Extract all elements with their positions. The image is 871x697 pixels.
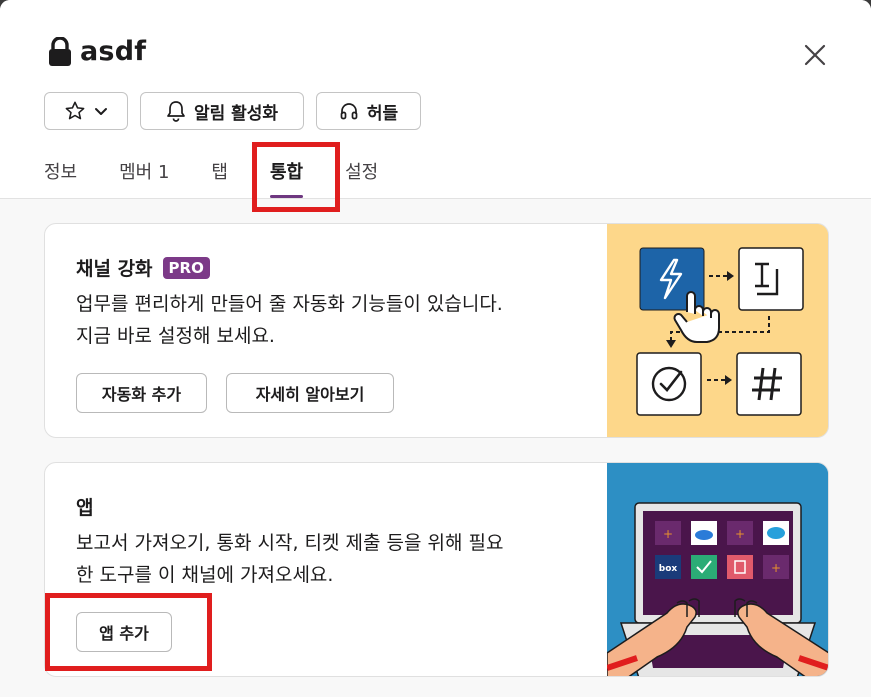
- tab-label: 멤버 1: [119, 162, 170, 183]
- huddle-label: 허들: [366, 103, 399, 124]
- tab-label: 통합: [269, 162, 304, 183]
- channel-enhancement-title: 채널 강화 PRO: [76, 254, 210, 281]
- hashtag-icon: [736, 352, 802, 416]
- channel-enhancement-description-1: 업무를 편리하게 만들어 줄 자동화 기능들이 있습니다.: [76, 293, 503, 315]
- learn-more-button[interactable]: 자세히 알아보기: [226, 373, 394, 413]
- star-dropdown-button[interactable]: [44, 92, 128, 130]
- apps-description-1: 보고서 가져오기, 통화 시작, 티켓 제출 등을 위해 필요: [76, 532, 504, 554]
- tab-integrations[interactable]: 통합: [269, 148, 304, 198]
- apps-card: 앱 보고서 가져오기, 통화 시작, 티켓 제출 등을 위해 필요 한 도구를 …: [44, 462, 829, 677]
- bell-icon: [167, 101, 185, 122]
- headphones-icon: [340, 103, 358, 120]
- channel-enhancement-title-text: 채널 강화: [76, 258, 153, 280]
- enable-notifications-label: 알림 활성화: [193, 103, 279, 124]
- channel-title-row: asdf: [48, 36, 146, 67]
- tab-tabs[interactable]: 탭: [211, 148, 228, 198]
- tab-bar: 정보 멤버 1 탭 통합 설정: [44, 148, 378, 198]
- channel-name: asdf: [80, 36, 147, 67]
- svg-text:+: +: [771, 561, 781, 575]
- enable-notifications-button[interactable]: 알림 활성화: [140, 92, 304, 130]
- channel-enhancement-description-2: 지금 바로 설정해 보세요.: [76, 325, 275, 347]
- tab-about[interactable]: 정보: [44, 148, 77, 198]
- text-box-icon: [738, 247, 804, 311]
- automation-illustration: [607, 224, 828, 437]
- tab-members[interactable]: 멤버 1: [119, 148, 169, 198]
- tab-label: 정보: [44, 162, 78, 183]
- close-icon[interactable]: [800, 40, 830, 70]
- chevron-down-icon: [95, 108, 107, 115]
- add-app-button[interactable]: 앱 추가: [76, 612, 172, 652]
- illustration-box-text: box: [659, 564, 678, 574]
- channel-enhancement-card: 채널 강화 PRO 업무를 편리하게 만들어 줄 자동화 기능들이 있습니다. …: [44, 223, 829, 438]
- tab-label: 설정: [345, 162, 379, 183]
- svg-text:+: +: [735, 527, 745, 541]
- laptop-illustration: + + box +: [607, 463, 828, 676]
- tab-settings[interactable]: 설정: [345, 148, 378, 198]
- star-icon: [65, 101, 85, 120]
- huddle-button[interactable]: 허들: [316, 92, 421, 130]
- header-button-row: 알림 활성화 허들: [44, 92, 421, 130]
- check-circle-icon: [636, 352, 702, 416]
- apps-title: 앱: [76, 497, 94, 519]
- add-automation-button[interactable]: 자동화 추가: [76, 373, 207, 413]
- tab-label: 탭: [211, 162, 228, 183]
- modal-header: asdf 알림 활성화 허들 정보 멤버 1 탭 통합 설정: [0, 0, 871, 199]
- pro-badge: PRO: [162, 256, 210, 279]
- svg-text:+: +: [663, 527, 673, 541]
- channel-details-modal: asdf 알림 활성화 허들 정보 멤버 1 탭 통합 설정 채널 강화 PRO…: [0, 0, 871, 697]
- lock-icon: [49, 36, 71, 66]
- apps-description-2: 한 도구를 이 채널에 가져오세요.: [76, 564, 334, 586]
